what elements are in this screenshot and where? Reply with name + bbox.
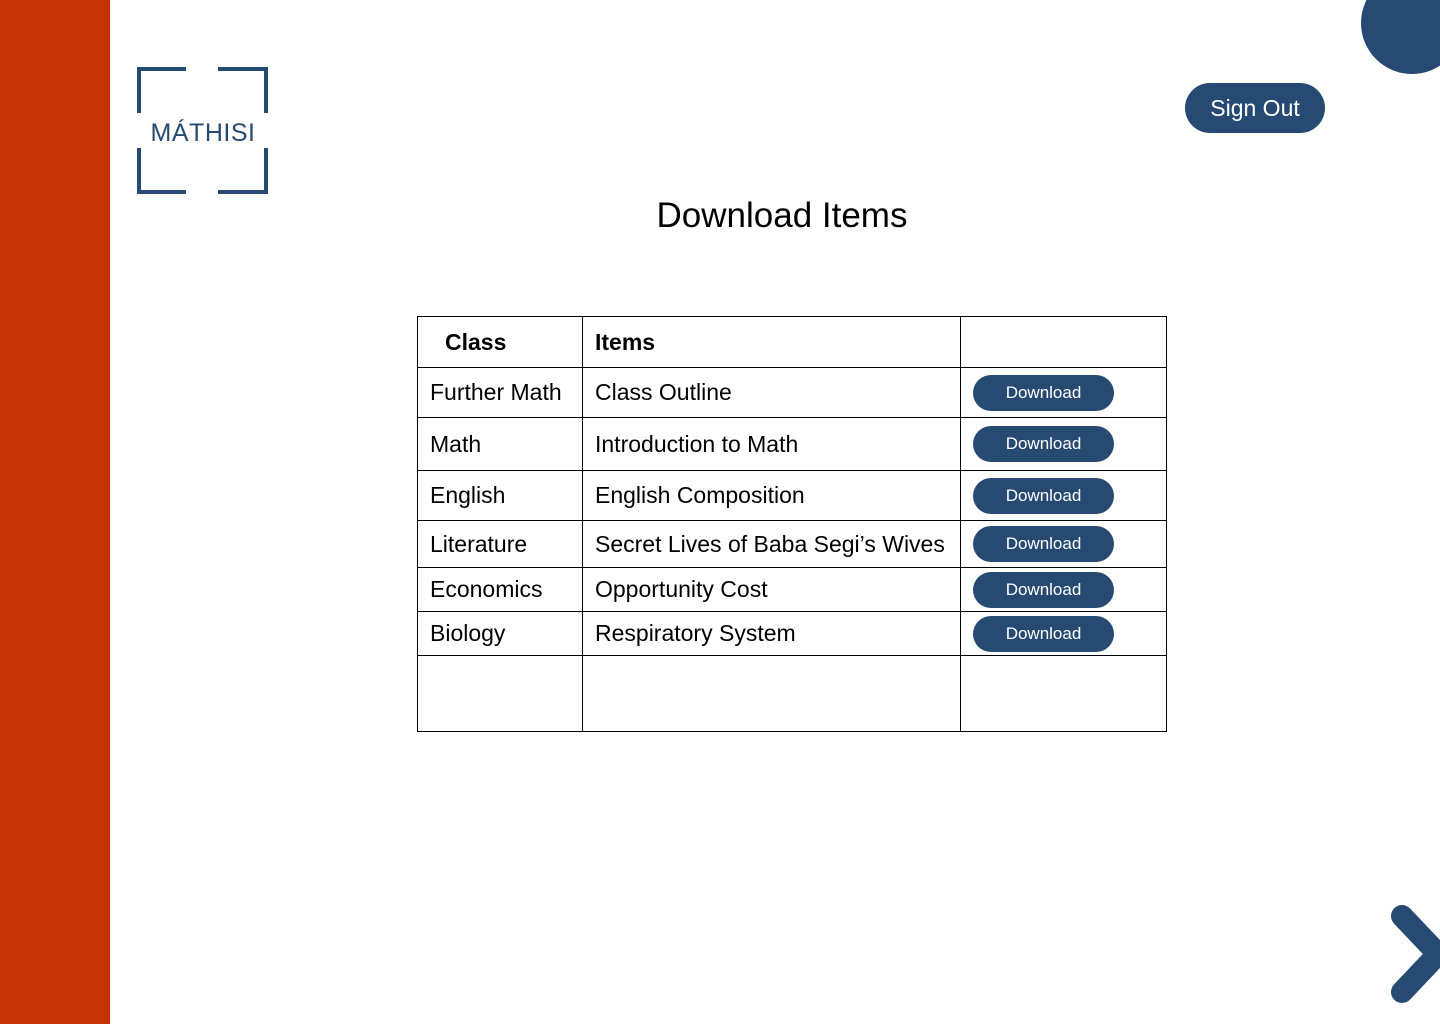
column-header-items: Items (582, 316, 961, 368)
table-header-row: Class Items (417, 316, 1167, 368)
action-cell: Download (960, 417, 1167, 471)
action-cell: Download (960, 611, 1167, 656)
item-cell: Introduction to Math (582, 417, 961, 471)
action-cell: Download (960, 567, 1167, 612)
class-cell: English (417, 470, 583, 521)
item-cell: English Composition (582, 470, 961, 521)
table-row: Literature Secret Lives of Baba Segi’s W… (417, 520, 1167, 568)
column-header-class: Class (417, 316, 583, 368)
action-cell: Download (960, 470, 1167, 521)
empty-cell (582, 655, 961, 732)
chevron-right-icon[interactable] (1388, 902, 1440, 1017)
action-cell: Download (960, 520, 1167, 568)
class-cell: Economics (417, 567, 583, 612)
download-button[interactable]: Download (973, 571, 1114, 608)
class-cell: Literature (417, 520, 583, 568)
action-cell: Download (960, 367, 1167, 418)
item-cell: Class Outline (582, 367, 961, 418)
page-title: Download Items (656, 196, 908, 235)
table-row: English English Composition Download (417, 470, 1167, 521)
table-row: Economics Opportunity Cost Download (417, 567, 1167, 612)
class-cell: Math (417, 417, 583, 471)
download-button[interactable]: Download (973, 526, 1114, 562)
logo-text: MÁTHISI (150, 119, 256, 147)
class-cell: Biology (417, 611, 583, 656)
empty-cell (417, 655, 583, 732)
download-items-table: Class Items Further Math Class Outline D… (417, 316, 1167, 732)
item-cell: Respiratory System (582, 611, 961, 656)
item-cell: Opportunity Cost (582, 567, 961, 612)
empty-table-row (417, 655, 1167, 732)
class-cell: Further Math (417, 367, 583, 418)
side-accent-bar (0, 0, 110, 1024)
table-row: Math Introduction to Math Download (417, 417, 1167, 471)
item-cell: Secret Lives of Baba Segi’s Wives (582, 520, 961, 568)
download-button[interactable]: Download (973, 374, 1114, 411)
column-header-action (960, 316, 1167, 368)
corner-decoration (1361, 0, 1440, 74)
download-button[interactable]: Download (973, 426, 1114, 462)
download-button[interactable]: Download (973, 615, 1114, 652)
download-button[interactable]: Download (973, 477, 1114, 514)
table-row: Biology Respiratory System Download (417, 611, 1167, 656)
table-row: Further Math Class Outline Download (417, 367, 1167, 418)
empty-cell (960, 655, 1167, 732)
sign-out-button[interactable]: Sign Out (1185, 83, 1325, 133)
mathisi-logo: MÁTHISI (137, 67, 269, 195)
